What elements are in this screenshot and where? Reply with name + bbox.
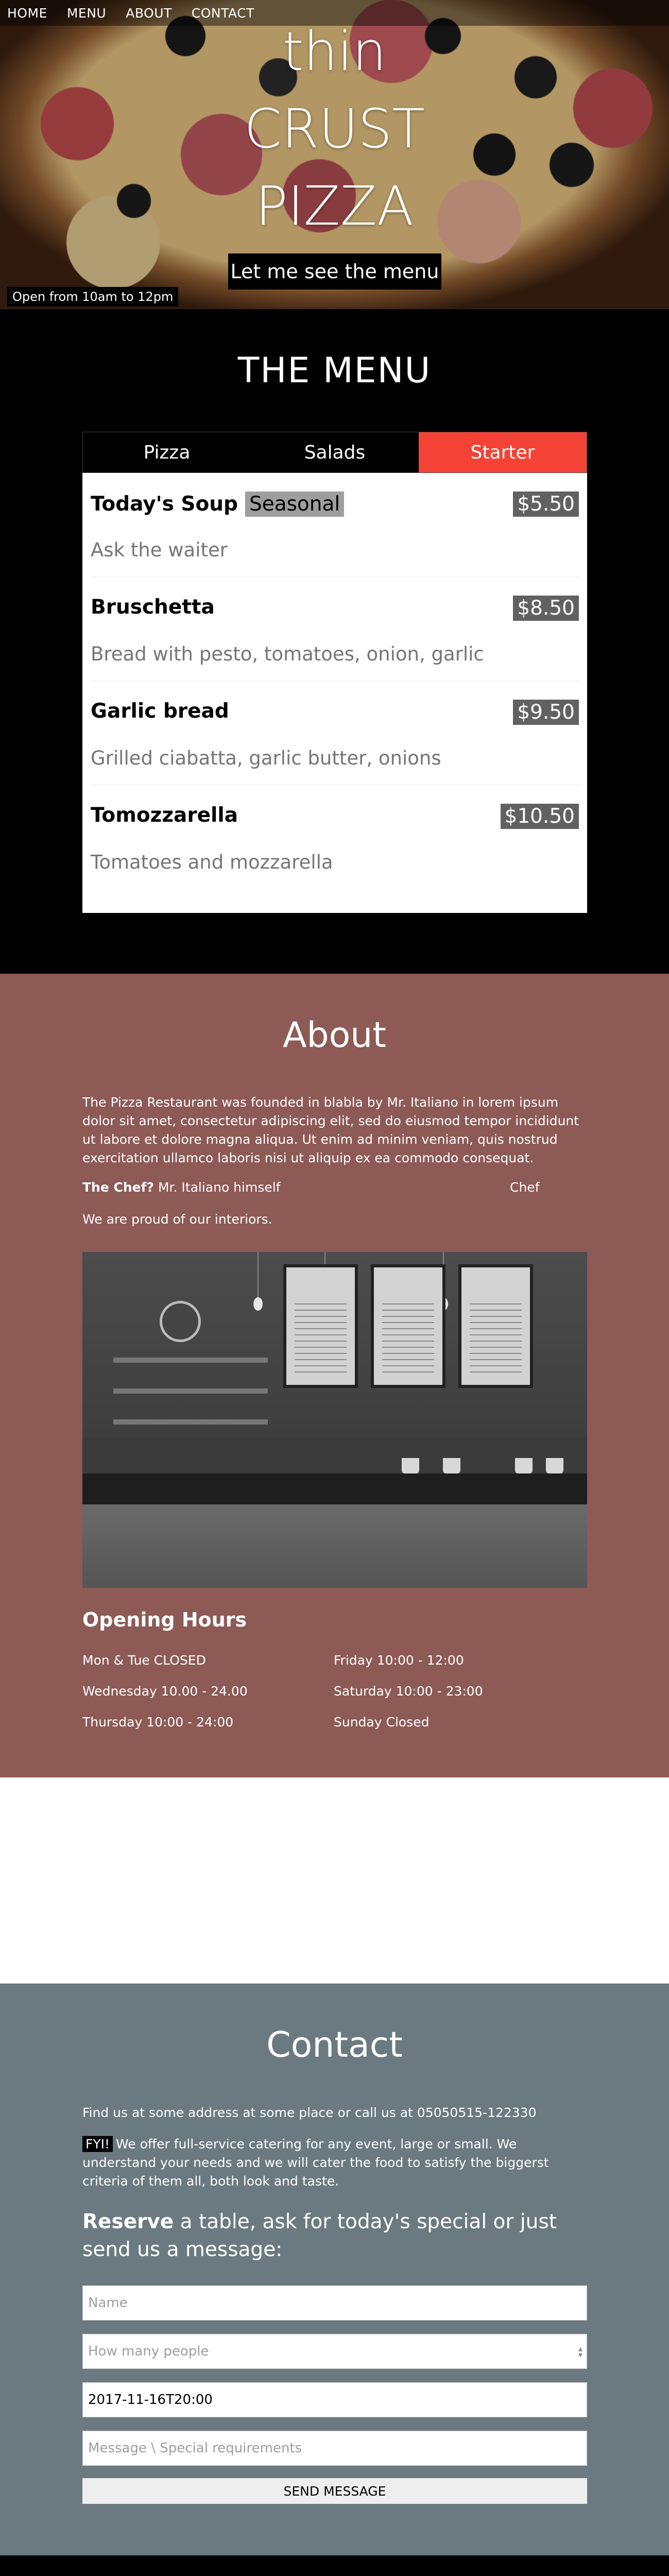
menu-item-description: Grilled ciabatta, garlic butter, onions [91,747,441,769]
about-section: About The Pizza Restaurant was founded i… [0,974,669,1777]
price-badge: $8.50 [513,596,579,621]
name-input[interactable]: Name [82,2285,587,2320]
menu-item-name-wrap: Today's Soup Seasonal [91,492,345,517]
menu-item-name: Tomozzarella [91,804,238,827]
nav-menu-link[interactable]: MENU [67,6,106,21]
hours-entry: Friday 10:00 - 12:00 [334,1653,464,1668]
see-menu-button[interactable]: Let me see the menu [228,253,441,290]
seasonal-badge: Seasonal [245,492,345,517]
hero-banner: thin CRUST PIZZA Let me see the menu Ope… [0,0,669,309]
nav-about-link[interactable]: ABOUT [126,6,172,21]
nav-home-link[interactable]: HOME [7,6,47,21]
chef-line: The Chef? Mr. Italiano himself [82,1180,546,1195]
menu-item-description: Bread with pesto, tomatoes, onion, garli… [91,643,484,665]
price-badge: $10.50 [500,804,579,829]
people-count-input[interactable]: How many people ▴ ▾ [82,2334,587,2369]
reserve-bold: Reserve [82,2210,174,2233]
hero-title-line-1: thin [282,20,387,83]
contact-heading: Contact [266,2025,403,2065]
tab-pizza[interactable]: Pizza [83,432,251,472]
price-badge: $9.50 [513,700,579,725]
menu-heading: THE MENU [237,350,432,391]
fyi-badge: FYI! [82,2136,113,2152]
restaurant-interior-image [82,1252,587,1588]
hero-title-line-2: CRUST [244,97,425,160]
datetime-value: 2017-11-16T20:00 [88,2392,213,2408]
hours-entry: Sunday Closed [334,1715,430,1730]
menu-item-name: Garlic bread [91,700,229,723]
opening-hours-heading: Opening Hours [82,1608,247,1631]
about-paragraph: The Pizza Restaurant was founded in blab… [82,1095,579,1165]
menu-item-name: Bruschetta [91,596,215,619]
chef-text: Mr. Italiano himself [154,1180,281,1195]
menu-item-description: Ask the waiter [91,539,228,561]
send-message-button[interactable]: SEND MESSAGE [82,2478,587,2504]
menu-item: Tomozzarella $10.50 Tomatoes and mozzare… [91,785,579,889]
datetime-input[interactable]: 2017-11-16T20:00 [82,2382,587,2417]
hero-title-line-3: PIZZA [255,175,414,238]
catering-paragraph: FYI! We offer full-service catering for a… [82,2135,592,2191]
chef-label: The Chef? [82,1180,154,1195]
open-hours-tag: Open from 10am to 12pm [7,287,179,307]
menu-tabs: Pizza Salads Starter [82,432,587,473]
contact-section: Contact Find us at some address at some … [0,1984,669,2555]
price-badge: $5.50 [513,492,579,517]
nav-contact-link[interactable]: CONTACT [192,6,254,21]
interiors-text: We are proud of our interiors. [82,1212,272,1227]
hours-entry: Wednesday 10.00 - 24.00 [82,1684,248,1699]
name-placeholder: Name [88,2295,128,2311]
people-placeholder: How many people [88,2344,209,2359]
message-input[interactable]: Message \ Special requirements [82,2431,587,2466]
contact-address: Find us at some address at some place or… [82,2105,537,2120]
menu-section: THE MENU Pizza Salads Starter Today's So… [0,309,669,974]
menu-item-description: Tomatoes and mozzarella [91,851,333,873]
menu-item: Garlic bread $9.50 Grilled ciabatta, gar… [91,681,579,785]
menu-item: Today's Soup Seasonal $5.50 Ask the wait… [91,473,579,577]
catering-text: We offer full-service catering for any e… [82,2137,549,2189]
tab-starter[interactable]: Starter [419,432,587,472]
menu-item-name: Today's Soup [91,493,238,516]
menu-item: Bruschetta $8.50 Bread with pesto, tomat… [91,577,579,681]
reserve-heading: Reserve a table, ask for today's special… [82,2208,592,2264]
chef-tag: Chef [510,1180,540,1195]
map-placeholder [0,1777,669,1984]
about-heading: About [282,1015,387,1056]
hours-entry: Mon & Tue CLOSED [82,1653,206,1668]
message-placeholder: Message \ Special requirements [88,2441,302,2456]
hours-entry: Thursday 10:00 - 24:00 [82,1715,234,1730]
tab-salads[interactable]: Salads [251,432,419,472]
menu-card: Today's Soup Seasonal $5.50 Ask the wait… [82,473,587,913]
footer [0,2555,669,2576]
number-spinner-icon[interactable]: ▴ ▾ [578,2345,582,2359]
hours-entry: Saturday 10:00 - 23:00 [334,1684,483,1699]
top-nav: HOME MENU ABOUT CONTACT [0,0,669,26]
